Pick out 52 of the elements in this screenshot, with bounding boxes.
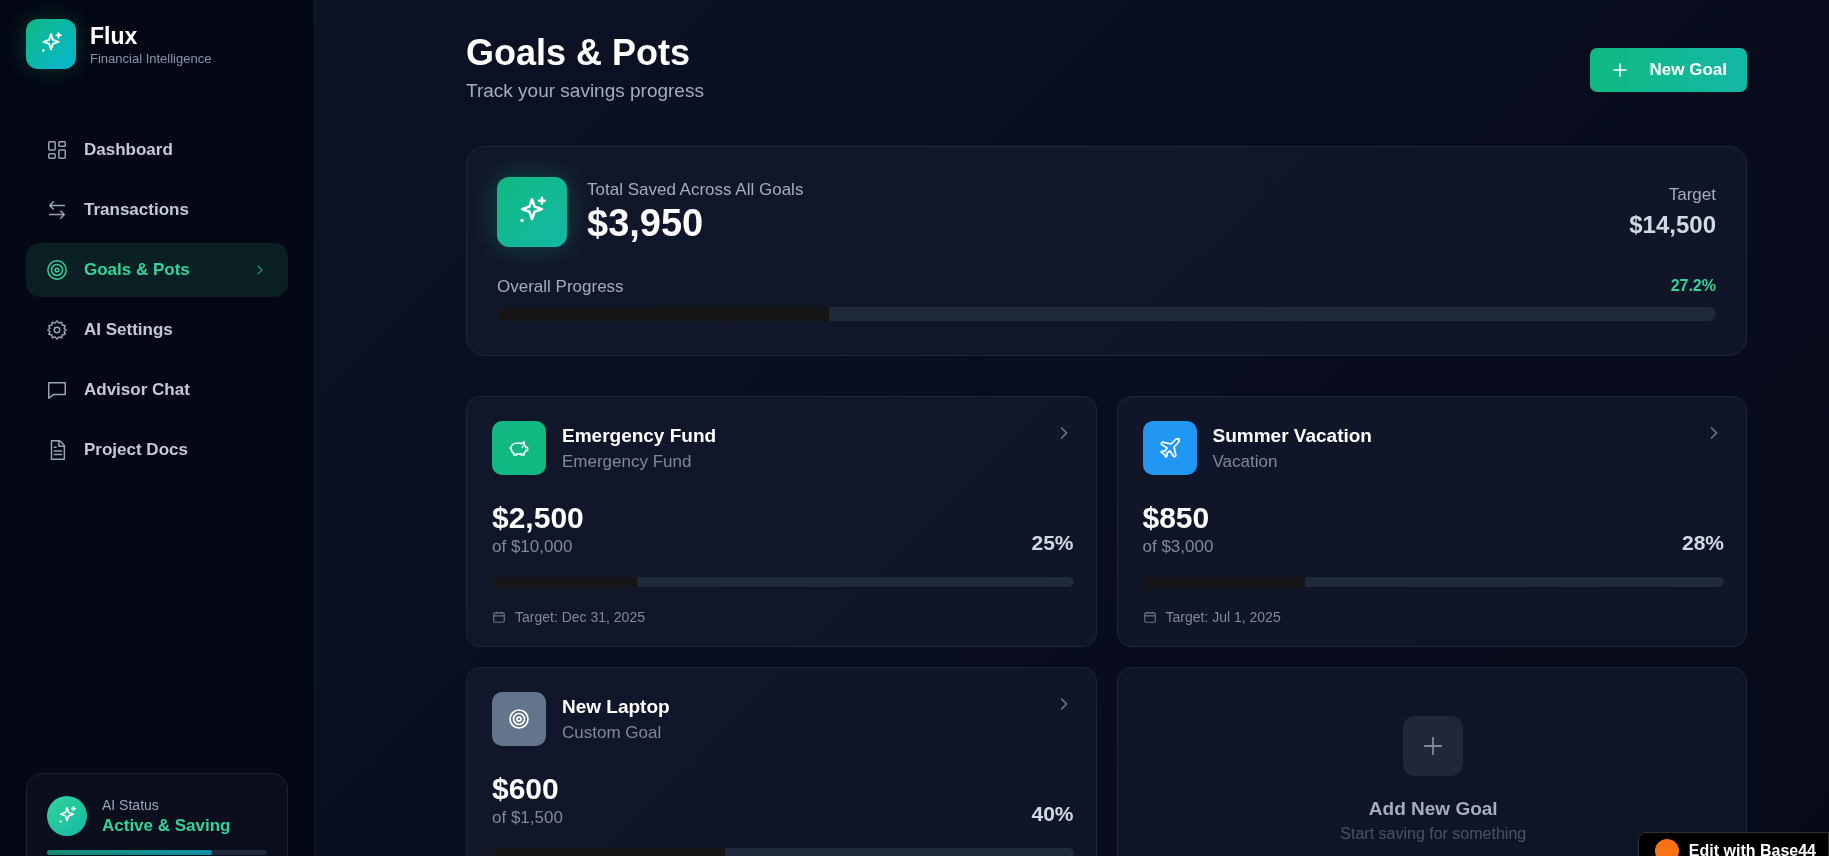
target-amount: $14,500	[1629, 211, 1716, 239]
calendar-icon	[492, 610, 506, 624]
ai-status-value: Active & Saving	[102, 815, 231, 836]
edit-with-badge[interactable]: Edit with Base44	[1637, 832, 1829, 856]
goal-target-date: Target: Dec 31, 2025	[515, 609, 645, 625]
goal-target-amount: of $3,000	[1142, 537, 1214, 557]
arrows-icon	[46, 199, 68, 221]
gear-icon	[46, 319, 68, 341]
summary-label: Total Saved Across All Goals	[587, 180, 804, 200]
page-subtitle: Track your savings progress	[466, 80, 704, 102]
brand-tagline: Financial Intelligence	[90, 50, 212, 66]
goal-category: Custom Goal	[562, 723, 663, 743]
goal-card[interactable]: Emergency Fund Emergency Fund $2,500 of $10,000 25% Target: Dec 31, 2025	[466, 396, 1097, 647]
add-goal-title: Add New Goal	[1368, 798, 1498, 820]
nav-item[interactable]: Dashboard	[26, 123, 288, 177]
brand-name: Flux	[90, 22, 139, 49]
goal-target-date: Target: Jul 1, 2025	[1165, 609, 1281, 625]
goal-target-amount: of $1,500	[492, 808, 563, 828]
goal-target-amount: of $10,000	[492, 537, 574, 557]
sparkle-icon	[497, 177, 567, 247]
goal-card[interactable]: New Laptop Custom Goal $600 of $1,500 40%	[466, 667, 1097, 856]
chat-bubble-icon	[46, 379, 68, 401]
nav-item[interactable]: Transactions	[26, 183, 288, 237]
page-title: Goals & Pots	[466, 32, 692, 74]
progress-label: Overall Progress	[497, 277, 624, 297]
goal-percent: 25%	[1031, 531, 1074, 555]
sparkle-icon	[47, 796, 87, 836]
grid-icon	[46, 139, 68, 161]
goal-percent: 28%	[1681, 531, 1724, 555]
nav-item[interactable]: AI Settings	[26, 303, 288, 357]
plus-icon	[1403, 716, 1464, 776]
calendar-icon	[1142, 610, 1157, 624]
goal-amount: $600	[492, 772, 560, 806]
nav-item[interactable]: Project Docs	[26, 423, 288, 477]
progress-percent: 27.2%	[1670, 277, 1716, 296]
target-icon	[46, 259, 68, 281]
goal-category: Vacation	[1212, 452, 1279, 472]
nav-item[interactable]: Advisor Chat	[26, 363, 288, 417]
nav-item[interactable]: Goals & Pots	[26, 243, 288, 297]
goal-amount: $2,500	[492, 501, 584, 535]
target-label: Target	[1667, 185, 1716, 205]
goal-name: New Laptop	[562, 696, 670, 718]
goal-category: Emergency Fund	[562, 452, 693, 472]
goal-card[interactable]: Summer Vacation Vacation $850 of $3,000 28% Target: Jul 1, 2025	[1116, 396, 1747, 647]
total-saved-amount: $3,950	[587, 202, 705, 245]
plus-icon	[1611, 62, 1628, 78]
goal-name: Summer Vacation	[1212, 425, 1372, 447]
goal-amount: $850	[1142, 501, 1211, 535]
goal-percent: 40%	[1031, 802, 1074, 826]
add-goal-subtitle: Start saving for something	[1340, 825, 1527, 843]
ai-status-label: AI Status	[102, 796, 160, 813]
goal-name: Emergency Fund	[562, 425, 717, 447]
